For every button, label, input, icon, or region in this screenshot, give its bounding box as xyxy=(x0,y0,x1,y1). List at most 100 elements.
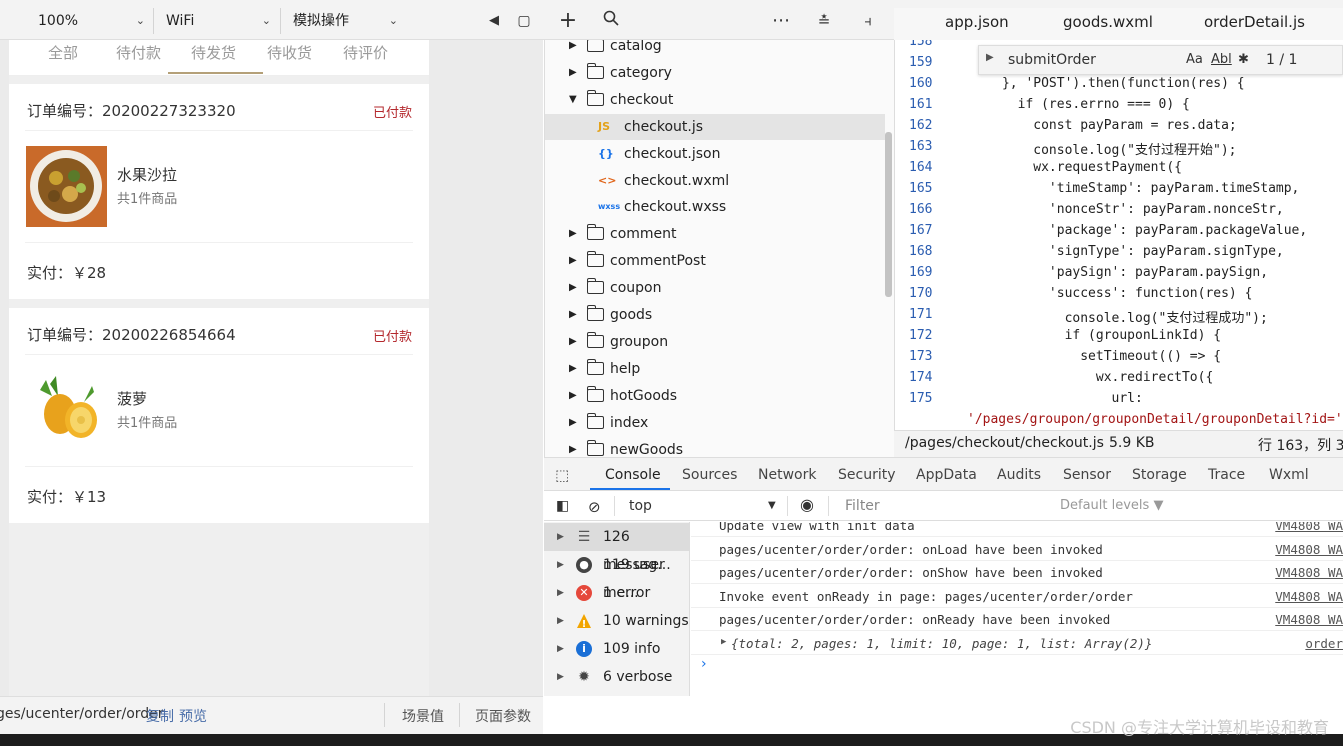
console-filter-item[interactable]: ▶ ✹ 6 verbose xyxy=(544,663,690,691)
filter-input[interactable]: Filter xyxy=(845,498,880,514)
regex-icon[interactable]: ✱ xyxy=(1238,52,1249,67)
code-editor[interactable]: 158 159 160 }, 'POST').then(function(res) … xyxy=(894,40,1343,430)
order-tab-all[interactable]: 全部 xyxy=(48,42,78,63)
volume-icon[interactable]: ◀ xyxy=(483,10,505,32)
preview-link[interactable]: 预览 xyxy=(179,706,207,726)
tree-folder[interactable]: ▶ newGoods xyxy=(545,437,885,458)
chevron-right-icon[interactable]: ▶ xyxy=(557,635,564,663)
tab-trace[interactable]: Trace xyxy=(1208,467,1245,483)
more-icon[interactable]: ⋯ xyxy=(770,10,792,32)
zoom-dropdown[interactable]: 100% ⌄ xyxy=(30,9,145,33)
whole-word-icon[interactable]: Abl xyxy=(1211,52,1232,67)
tab-audits[interactable]: Audits xyxy=(997,467,1041,483)
console-filter-item[interactable]: ▶ ✕ 1 error xyxy=(544,579,690,607)
console-prompt-icon[interactable]: › xyxy=(701,656,707,672)
editor-tab[interactable]: goods.wxml xyxy=(1063,13,1153,31)
order-card[interactable]: 订单编号：20200227323320 已付款 水果沙拉 共1件商品 实付：￥2… xyxy=(9,84,429,299)
tree-folder[interactable]: ▶ category xyxy=(545,60,885,86)
console-source-link[interactable]: VM4808 WA xyxy=(1275,565,1343,580)
chevron-right-icon[interactable]: ▶ xyxy=(557,663,564,691)
clear-console-icon[interactable]: ⊘ xyxy=(588,498,601,516)
chevron-down-icon[interactable]: ▼ xyxy=(768,500,776,511)
file-tree-scrollbar[interactable] xyxy=(885,132,892,297)
chevron-right-icon[interactable]: ▶ xyxy=(569,383,577,409)
context-selector[interactable]: top xyxy=(629,498,652,514)
chevron-right-icon[interactable]: ▶ xyxy=(557,607,564,635)
sidebar-toggle-icon[interactable]: ◧ xyxy=(556,498,569,514)
user-icon: ● xyxy=(576,557,592,573)
find-input[interactable]: submitOrder xyxy=(1008,52,1096,68)
expand-replace-icon[interactable]: ▶ xyxy=(986,52,994,63)
chevron-right-icon[interactable]: ▶ xyxy=(569,248,577,274)
tree-folder[interactable]: ▶ index xyxy=(545,410,885,436)
tab-network[interactable]: Network xyxy=(758,467,816,483)
console-filter-item[interactable]: ▶ ● 119 user me... xyxy=(544,551,690,601)
order-tab-unpaid[interactable]: 待付款 xyxy=(116,42,161,63)
console-source-link[interactable]: order xyxy=(1305,636,1343,651)
tree-file[interactable]: JS checkout.js xyxy=(545,113,885,140)
chevron-right-icon[interactable]: ▶ xyxy=(569,329,577,355)
order-tab-unreviewed[interactable]: 待评价 xyxy=(343,42,388,63)
order-card[interactable]: 订单编号：20200226854664 已付款 菠萝 共1件商品 实付：￥13 xyxy=(9,308,429,523)
order-tab-unshipped[interactable]: 待发货 xyxy=(191,42,236,63)
editor-tab[interactable]: orderDetail.js xyxy=(1204,13,1305,31)
tab-console[interactable]: Console xyxy=(605,467,661,483)
expand-object-icon[interactable]: ▶ xyxy=(721,637,726,647)
code-line: 'success': function(res) { xyxy=(955,286,1253,301)
console-source-link[interactable]: VM4808 WA xyxy=(1275,612,1343,627)
tree-folder[interactable]: ▶ catalog xyxy=(545,40,885,59)
tree-file[interactable]: {} checkout.json xyxy=(545,141,885,167)
add-icon[interactable]: + xyxy=(557,10,579,32)
tab-sensor[interactable]: Sensor xyxy=(1063,467,1111,483)
outline-icon[interactable]: ≛ xyxy=(813,10,835,32)
chevron-right-icon[interactable]: ▶ xyxy=(557,551,564,579)
tab-security[interactable]: Security xyxy=(838,467,896,483)
tree-folder[interactable]: ▼ checkout xyxy=(545,87,885,113)
chevron-right-icon[interactable]: ▶ xyxy=(569,302,577,328)
chevron-right-icon[interactable]: ▶ xyxy=(569,356,577,382)
log-levels-dropdown[interactable]: Default levels ▼ xyxy=(1060,498,1163,513)
console-filter-item[interactable]: ▶ i 109 info xyxy=(544,635,690,663)
chevron-right-icon[interactable]: ▶ xyxy=(569,275,577,301)
tree-file[interactable]: wxss checkout.wxss xyxy=(545,194,885,220)
chevron-right-icon[interactable]: ▶ xyxy=(569,410,577,436)
chevron-right-icon[interactable]: ▶ xyxy=(569,40,577,59)
order-tab-unreceived[interactable]: 待收货 xyxy=(267,42,312,63)
network-dropdown[interactable]: WiFi ⌄ xyxy=(158,9,271,33)
chevron-down-icon[interactable]: ▼ xyxy=(569,87,577,113)
eye-icon[interactable]: ◉ xyxy=(800,495,814,514)
screen-icon[interactable]: ▢ xyxy=(513,10,535,32)
tree-file[interactable]: <> checkout.wxml xyxy=(545,168,885,194)
chevron-right-icon[interactable]: ▶ xyxy=(569,221,577,247)
tab-sources[interactable]: Sources xyxy=(682,467,737,483)
console-source-link[interactable]: VM4808 WA xyxy=(1275,522,1343,533)
page-params-button[interactable]: 页面参数 xyxy=(475,706,531,726)
editor-tab[interactable]: app.json xyxy=(945,13,1009,31)
chevron-right-icon[interactable]: ▶ xyxy=(557,523,564,551)
tab-appdata[interactable]: AppData xyxy=(916,467,977,483)
tree-folder[interactable]: ▶ comment xyxy=(545,221,885,247)
search-icon[interactable] xyxy=(600,10,622,32)
tree-folder[interactable]: ▶ commentPost xyxy=(545,248,885,274)
tree-folder[interactable]: ▶ groupon xyxy=(545,329,885,355)
console-source-link[interactable]: VM4808 WA xyxy=(1275,542,1343,557)
tree-item-label: category xyxy=(610,64,672,81)
tree-folder[interactable]: ▶ goods xyxy=(545,302,885,328)
console-source-link[interactable]: VM4808 WA xyxy=(1275,589,1343,604)
tree-folder[interactable]: ▶ help xyxy=(545,356,885,382)
simulate-dropdown[interactable]: 模拟操作 ⌄ xyxy=(285,9,398,33)
scene-button[interactable]: 场景值 xyxy=(402,706,444,726)
chevron-right-icon[interactable]: ▶ xyxy=(557,579,564,607)
tree-folder[interactable]: ▶ hotGoods xyxy=(545,383,885,409)
split-icon[interactable]: ⫞ xyxy=(857,10,879,32)
tab-storage[interactable]: Storage xyxy=(1132,467,1187,483)
console-filter-item[interactable]: ▶ ☰ 126 messag... xyxy=(544,523,690,573)
copy-link[interactable]: 复制 xyxy=(146,706,174,726)
tab-wxml[interactable]: Wxml xyxy=(1269,467,1309,483)
inspect-icon[interactable]: ⬚ xyxy=(555,466,569,484)
match-case-icon[interactable]: Aa xyxy=(1186,52,1203,67)
chevron-right-icon[interactable]: ▶ xyxy=(569,437,577,458)
chevron-right-icon[interactable]: ▶ xyxy=(569,60,577,86)
console-filter-item[interactable]: ▶! 10 warnings xyxy=(544,607,690,635)
tree-folder[interactable]: ▶ coupon xyxy=(545,275,885,301)
